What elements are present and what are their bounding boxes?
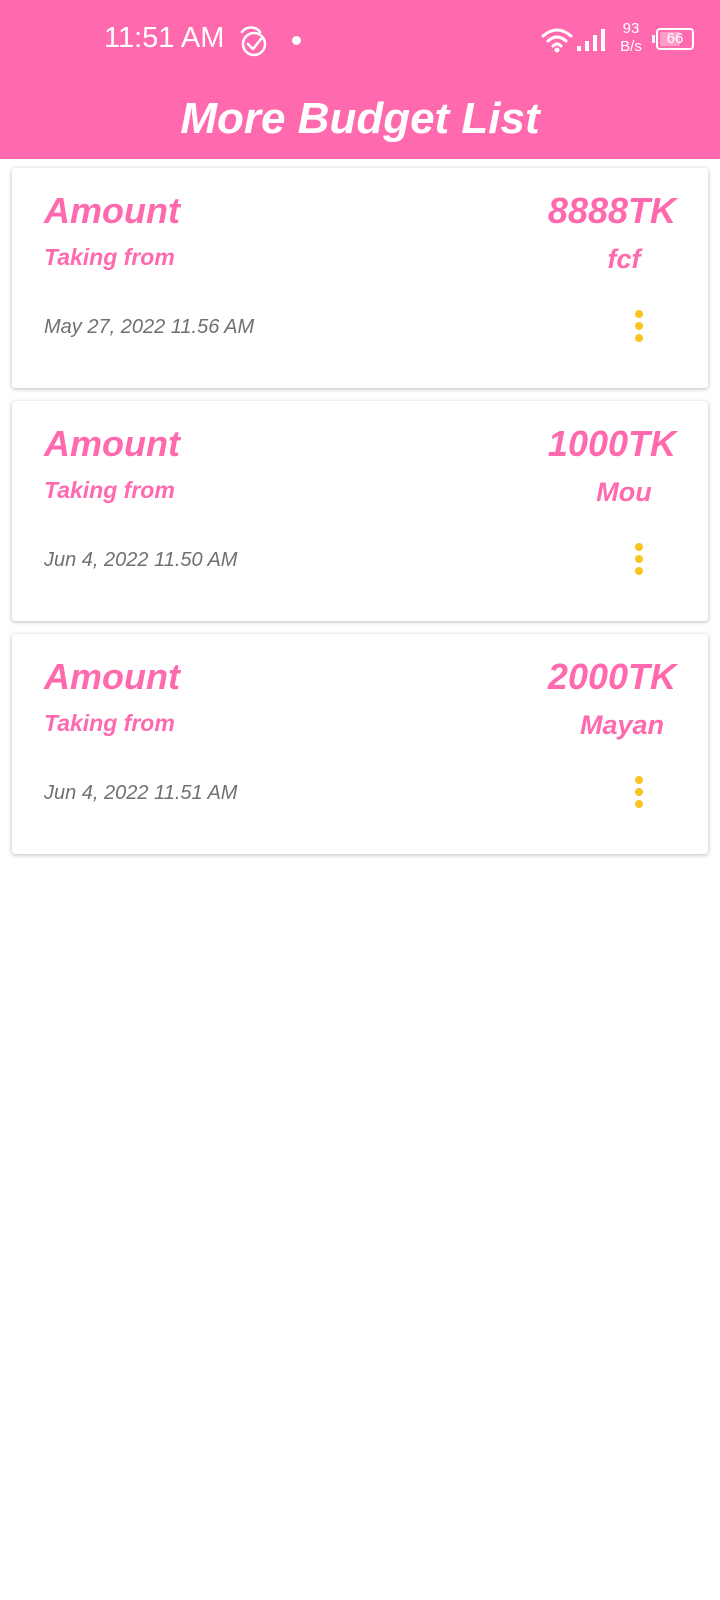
status-time: 11:51 AM [104,22,225,54]
taking-from-label: Taking from [44,244,175,270]
status-bar: 11:51 AM 93 B/s 66 [0,0,720,82]
menu-dot [635,555,643,563]
amount-label: Amount [44,423,180,464]
amount-value: 8888TK [547,190,676,231]
menu-dot [635,322,643,330]
notification-dot-icon [292,36,301,45]
budget-card[interactable]: Amount 8888TK Taking from fcf May 27, 20… [12,168,708,388]
more-vert-icon[interactable] [624,770,654,814]
taking-from-value: Mayan [579,710,664,740]
amount-label: Amount [44,656,180,697]
more-vert-icon[interactable] [624,304,654,348]
amount-label: Amount [44,190,180,231]
taking-from-value-wrap: Mou [464,477,664,508]
taking-from-value-wrap: fcf [464,244,664,275]
budget-date: Jun 4, 2022 11.51 AM [44,782,238,804]
menu-dot [635,800,643,808]
taking-from-value: Mou [596,477,652,507]
menu-dot [635,776,643,784]
budget-card[interactable]: Amount 1000TK Taking from Mou Jun 4, 202… [12,401,708,621]
budget-date: Jun 4, 2022 11.50 AM [44,549,238,571]
amount-value: 2000TK [547,656,676,697]
app-check-icon [240,26,267,57]
signal-icon [577,29,605,51]
menu-dot [635,334,643,342]
wifi-icon [541,28,573,53]
taking-from-label: Taking from [44,710,175,736]
amount-value: 1000TK [547,423,676,464]
battery-level: 66 [666,30,684,47]
menu-dot [635,788,643,796]
battery-nub [652,35,655,43]
page-title: More Budget List [180,94,540,143]
budget-card[interactable]: Amount 2000TK Taking from Mayan Jun 4, 2… [12,634,708,854]
network-speed-unit: B/s [620,38,642,55]
taking-from-label: Taking from [44,477,175,503]
menu-dot [635,543,643,551]
battery-icon: 66 [652,28,696,52]
network-speed-value: 93 [622,20,640,37]
app-bar: More Budget List [0,82,720,159]
menu-dot [635,310,643,318]
more-vert-icon[interactable] [624,537,654,581]
network-speed: 93 B/s [616,20,646,56]
taking-from-value: fcf [607,244,641,274]
menu-dot [635,567,643,575]
budget-date: May 27, 2022 11.56 AM [44,316,255,338]
taking-from-value-wrap: Mayan [464,710,664,741]
